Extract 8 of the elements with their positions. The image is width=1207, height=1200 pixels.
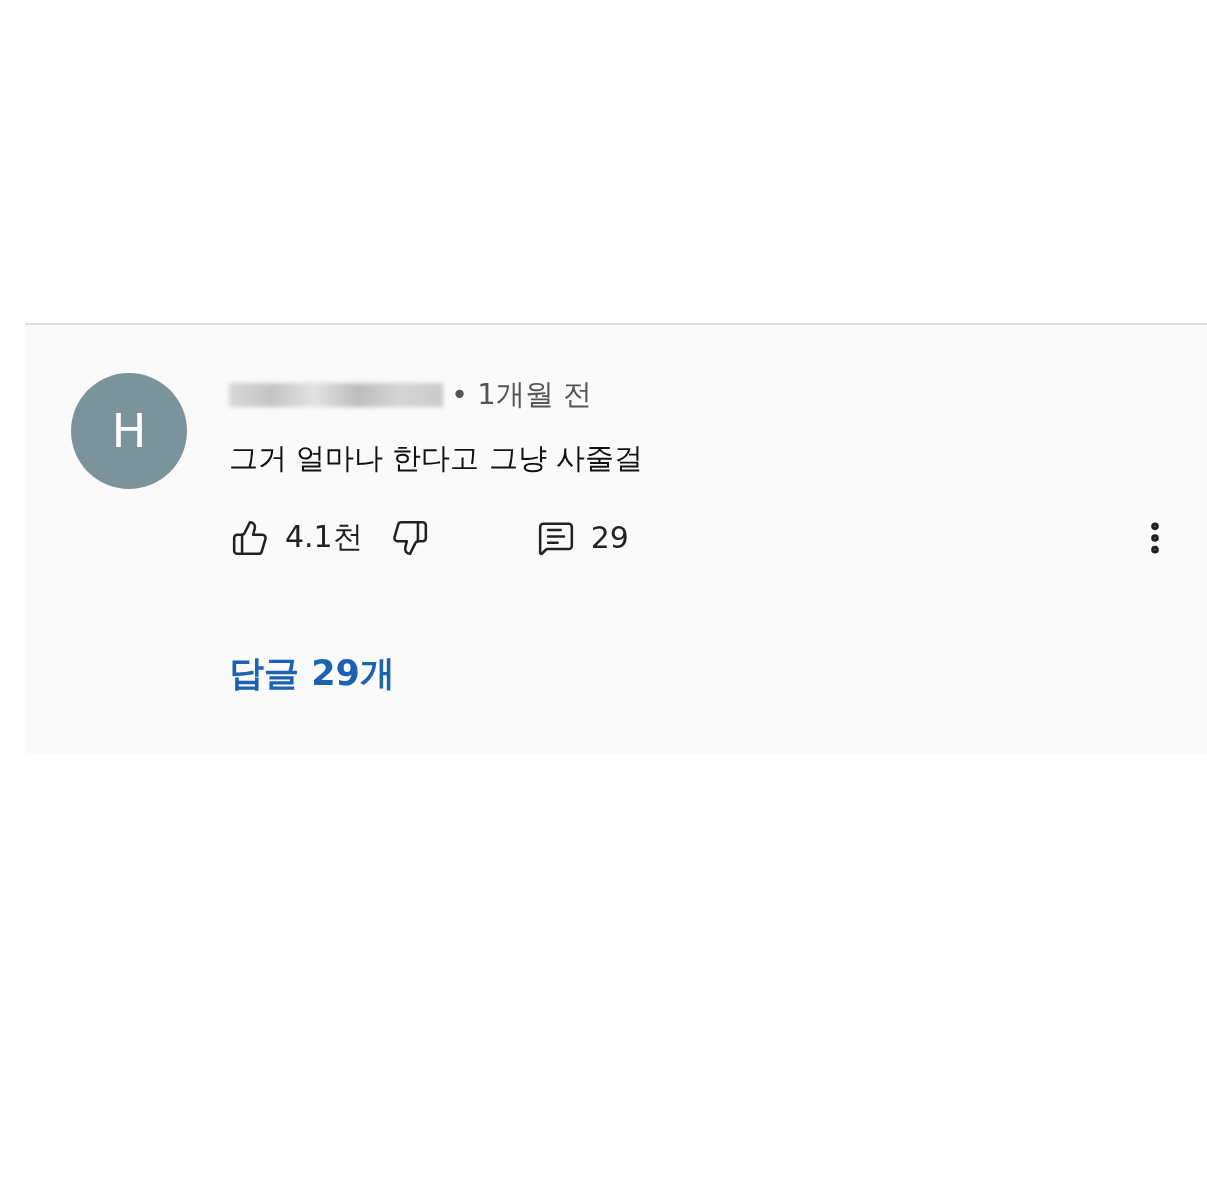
reply-count: 29 [590,520,629,555]
comment-text: 그거 얼마나 한다고 그냥 사줄걸 [229,440,644,477]
replies-link[interactable]: 답글 29개 [229,650,395,697]
like-count: 4.1천 [285,518,363,556]
dislike-icon[interactable] [390,518,429,557]
comment-time: • 1개월 전 [451,376,592,413]
like-icon[interactable] [231,518,269,557]
avatar[interactable]: H [71,373,187,489]
